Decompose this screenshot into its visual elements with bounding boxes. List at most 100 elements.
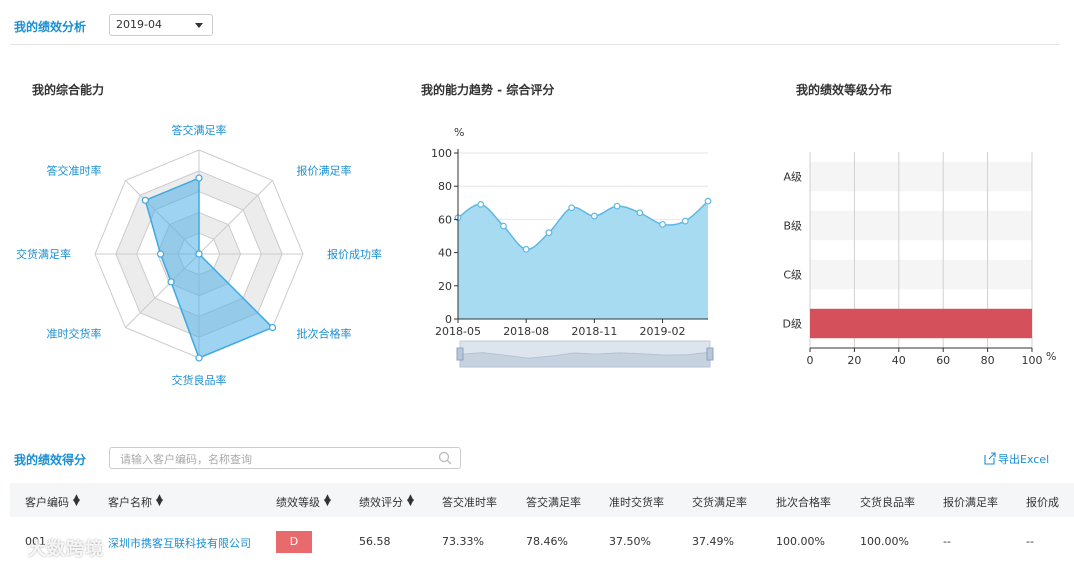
search-icon[interactable] bbox=[438, 451, 452, 468]
radar-point bbox=[195, 250, 203, 258]
trend-title: 我的能力趋势 - 综合评分 bbox=[421, 83, 555, 97]
column-header[interactable]: 客户名称 ▲ ▼ bbox=[108, 494, 163, 510]
radar-axis-label: 答交满足率 bbox=[172, 123, 227, 137]
radar-point bbox=[156, 250, 165, 258]
trend-y-tick-label: 100 bbox=[431, 147, 452, 160]
column-header-label: 报价满足率 bbox=[943, 496, 998, 509]
column-header-label: 客户名称 bbox=[108, 496, 152, 509]
column-header: 准时交货率 bbox=[609, 494, 664, 510]
trend-point bbox=[568, 204, 576, 212]
grade-x-axis: 0 20 40 60 80 100 bbox=[807, 347, 1043, 367]
export-icon bbox=[984, 452, 996, 465]
grade-x-tick-label: 80 bbox=[981, 354, 995, 367]
cell-delivery-yield: 100.00% bbox=[860, 535, 909, 548]
radar-title: 我的综合能力 bbox=[32, 83, 105, 97]
page-title: 我的绩效分析 bbox=[14, 20, 87, 34]
column-header: 交货满足率 bbox=[692, 494, 747, 510]
grade-badge: D bbox=[276, 531, 312, 553]
search-input[interactable]: 请输入客户编码，名称查询 bbox=[109, 447, 461, 469]
scores-title: 我的绩效得分 bbox=[14, 453, 87, 467]
grade-bars bbox=[810, 308, 1032, 339]
column-header[interactable]: 绩效等级 ▲ ▼ bbox=[276, 494, 331, 510]
month-select-value: 2019-04 bbox=[116, 18, 162, 31]
radar-axis-label: 交货满足率 bbox=[16, 247, 71, 261]
cell-batch-pass: 100.00% bbox=[776, 535, 825, 548]
column-header: 交货良品率 bbox=[860, 494, 915, 510]
cell-quote-fill: -- bbox=[943, 535, 951, 548]
grade-category-label: D级 bbox=[783, 318, 802, 331]
trend-point bbox=[500, 222, 507, 230]
trend-x-tick-label: 2019-02 bbox=[640, 325, 686, 338]
trend-x-tick-label: 2018-08 bbox=[503, 325, 549, 338]
radar-point bbox=[167, 278, 175, 286]
radar-chart: 答交满足率报价满足率报价成功率批次合格率交货良品率 准时交货率 交货满足率 答交准时率 bbox=[16, 123, 382, 387]
column-header-label: 绩效等级 bbox=[276, 496, 320, 509]
column-header-label: 批次合格率 bbox=[776, 496, 831, 509]
trend-point bbox=[659, 220, 666, 228]
grade-x-tick-label: 100 bbox=[1022, 354, 1043, 367]
export-excel-button[interactable]: 导出Excel bbox=[983, 451, 1049, 467]
grade-unit-label: % bbox=[1046, 350, 1056, 363]
trend-x-tick-label: 2018-05 bbox=[435, 325, 481, 338]
radar-axis-label: 答交准时率 bbox=[46, 163, 101, 177]
column-header: 报价满足率 bbox=[943, 494, 998, 510]
trend-y-tick-label: 80 bbox=[438, 180, 452, 193]
grade-x-tick-label: 60 bbox=[936, 354, 950, 367]
cell-score: 56.58 bbox=[359, 535, 391, 548]
grade-chart: A级 B级 C级 D级 0 20 40 60 80 100 % bbox=[783, 152, 1056, 367]
radar-axis-label: 交货良品率 bbox=[172, 373, 227, 387]
grade-bar bbox=[810, 308, 1032, 339]
trend-point bbox=[613, 202, 621, 210]
grade-x-tick-label: 40 bbox=[892, 354, 906, 367]
cell-delivery-fill: 37.49% bbox=[692, 535, 734, 548]
month-select[interactable]: 2019-04 bbox=[109, 14, 213, 36]
column-header: 答交满足率 bbox=[526, 494, 581, 510]
cell-reply-fill: 78.46% bbox=[526, 535, 568, 548]
sort-icon[interactable]: ▲ ▼ bbox=[324, 494, 331, 508]
column-header: 批次合格率 bbox=[776, 494, 831, 510]
cell-customer-name-link[interactable]: 深圳市携客互联科技有限公司 bbox=[108, 535, 251, 551]
grade-category-label: C级 bbox=[783, 269, 802, 282]
cell-quote-success: -- bbox=[1026, 535, 1034, 548]
column-header: 答交准时率 bbox=[442, 494, 497, 510]
trend-point bbox=[636, 209, 644, 217]
sort-icon[interactable]: ▲ ▼ bbox=[156, 494, 163, 508]
trend-datazoom-slider bbox=[456, 340, 714, 368]
trend-point bbox=[704, 197, 712, 205]
grade-band bbox=[810, 259, 1032, 290]
column-header[interactable]: 绩效评分 ▲ ▼ bbox=[359, 494, 414, 510]
trend-x-tick-label: 2018-11 bbox=[571, 325, 617, 338]
export-excel-label: 导出Excel bbox=[998, 453, 1050, 466]
grade-x-tick-label: 0 bbox=[807, 354, 814, 367]
column-header-label: 交货良品率 bbox=[860, 496, 915, 509]
zoom-handle-left bbox=[456, 347, 464, 361]
grade-category-label: B级 bbox=[783, 220, 802, 233]
trend-point bbox=[545, 229, 553, 237]
grade-x-tick-label: 20 bbox=[847, 354, 861, 367]
cell-ontime-reply: 73.33% bbox=[442, 535, 484, 548]
trend-y-tick-label: 20 bbox=[438, 280, 452, 293]
grade-title: 我的绩效等级分布 bbox=[796, 83, 893, 97]
watermark-icon bbox=[8, 541, 26, 557]
radar-axis-label: 报价成功率 bbox=[327, 247, 382, 261]
search-placeholder: 请输入客户编码，名称查询 bbox=[120, 453, 252, 466]
trend-point bbox=[681, 217, 689, 225]
radar-point bbox=[195, 354, 203, 362]
column-header-label: 报价成 bbox=[1026, 496, 1059, 509]
column-header-label: 答交准时率 bbox=[442, 496, 497, 509]
trend-chart: % 020406080100 2018-05 2018-08 2018-11 2019… bbox=[431, 126, 714, 368]
header-divider bbox=[10, 44, 1060, 45]
grade-category-label: A级 bbox=[783, 171, 802, 184]
chevron-down-icon bbox=[195, 23, 203, 28]
column-header[interactable]: 客户编码 ▲ ▼ bbox=[25, 494, 80, 510]
sort-icon[interactable]: ▲ ▼ bbox=[407, 494, 414, 508]
watermark-text: 大数跨境 bbox=[28, 539, 104, 560]
column-header-label: 答交满足率 bbox=[526, 496, 581, 509]
column-header-label: 绩效评分 bbox=[359, 496, 403, 509]
trend-point bbox=[477, 201, 485, 208]
zoom-handle-right bbox=[706, 347, 714, 361]
trend-y-tick-label: 40 bbox=[438, 247, 452, 260]
sort-icon[interactable]: ▲ ▼ bbox=[73, 494, 80, 508]
trend-point bbox=[522, 245, 530, 253]
trend-area bbox=[458, 201, 708, 319]
